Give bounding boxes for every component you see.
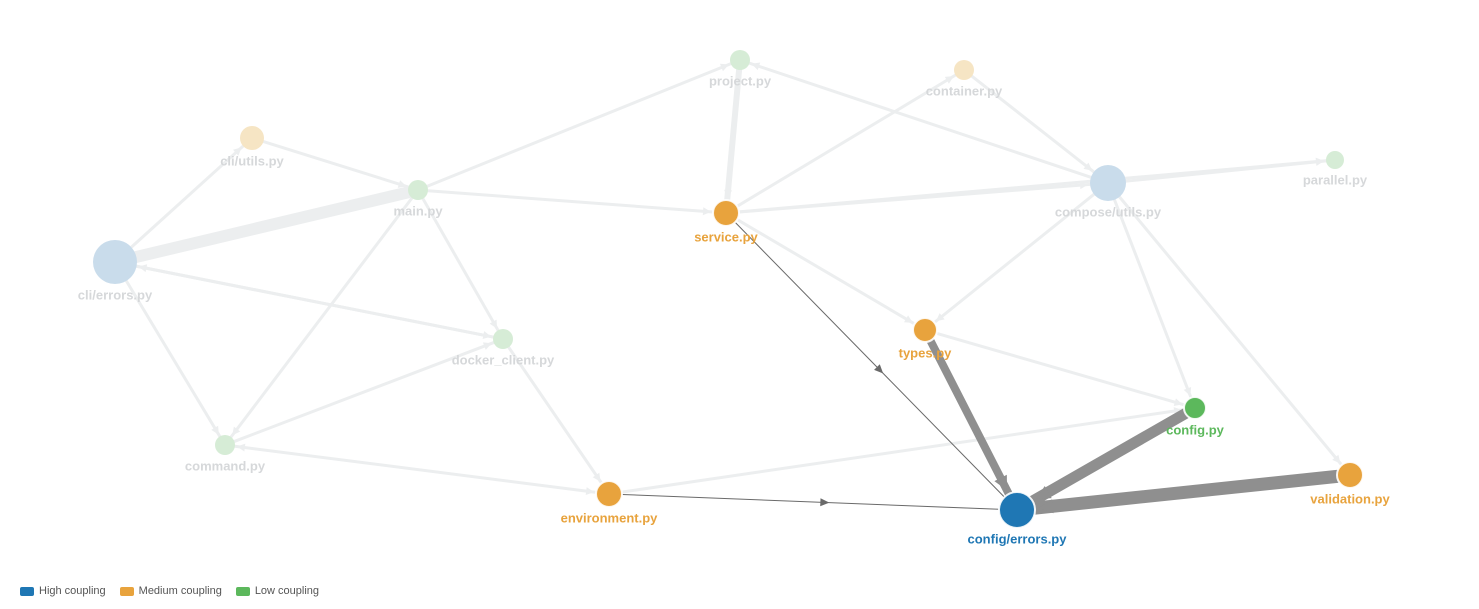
legend-label: High coupling [39, 585, 106, 597]
edge [126, 281, 220, 437]
coupling-graph[interactable]: project.py container.py cli/utils.py parall… [0, 0, 1479, 609]
node-label: container.py [926, 84, 1003, 99]
arrowhead-icon [751, 63, 760, 71]
graph-node[interactable] [596, 481, 622, 507]
graph-node[interactable] [913, 318, 937, 342]
node-label: types.py [899, 346, 953, 361]
node-label: cli/errors.py [78, 288, 153, 303]
node-label: main.py [393, 204, 443, 219]
graph-node[interactable] [1184, 397, 1206, 419]
graph-node[interactable] [93, 240, 137, 284]
graph-node[interactable] [215, 435, 235, 455]
legend-item: High coupling [20, 585, 106, 597]
edge [622, 495, 999, 510]
edge [930, 341, 1008, 494]
graph-node[interactable] [1090, 165, 1126, 201]
node-label: docker_client.py [452, 353, 555, 368]
node-label: cli/utils.py [220, 154, 284, 169]
graph-node[interactable] [999, 492, 1035, 528]
high-swatch-icon [20, 587, 34, 596]
graph-node[interactable] [1337, 462, 1363, 488]
edge [1033, 413, 1186, 501]
node-label: environment.py [561, 511, 659, 526]
medium-swatch-icon [120, 587, 134, 596]
legend: High coupling Medium coupling Low coupling [20, 585, 319, 597]
graph-node[interactable] [954, 60, 974, 80]
edge [427, 64, 730, 187]
node-label: compose/utils.py [1055, 205, 1162, 220]
edge [749, 63, 1090, 177]
arrowhead-icon [820, 498, 829, 506]
edge [428, 191, 713, 212]
edge [1119, 197, 1341, 465]
legend-item: Low coupling [236, 585, 319, 597]
edge [737, 220, 914, 324]
edge [136, 192, 408, 257]
graph-node[interactable] [493, 329, 513, 349]
edge [937, 333, 1185, 405]
graph-node[interactable] [240, 126, 264, 150]
edge [235, 446, 596, 492]
edge [1126, 161, 1326, 181]
node-label: config.py [1166, 423, 1225, 438]
legend-label: Medium coupling [139, 585, 222, 597]
edge [1114, 200, 1191, 398]
graph-node[interactable] [1326, 151, 1344, 169]
graph-node[interactable] [713, 200, 739, 226]
node-label: command.py [185, 459, 266, 474]
edge [509, 347, 602, 483]
node-label: validation.py [1310, 492, 1390, 507]
node-label: parallel.py [1303, 173, 1368, 188]
graph-node[interactable] [408, 180, 428, 200]
edge [622, 410, 1184, 493]
edge [727, 70, 739, 200]
low-swatch-icon [236, 587, 250, 596]
legend-label: Low coupling [255, 585, 319, 597]
edge [1035, 476, 1337, 508]
graph-node[interactable] [730, 50, 750, 70]
node-label: service.py [694, 230, 758, 245]
arrowhead-icon [703, 207, 711, 215]
node-label: project.py [709, 74, 772, 89]
edge [263, 142, 408, 187]
legend-item: Medium coupling [120, 585, 222, 597]
node-label: config/errors.py [968, 532, 1068, 547]
